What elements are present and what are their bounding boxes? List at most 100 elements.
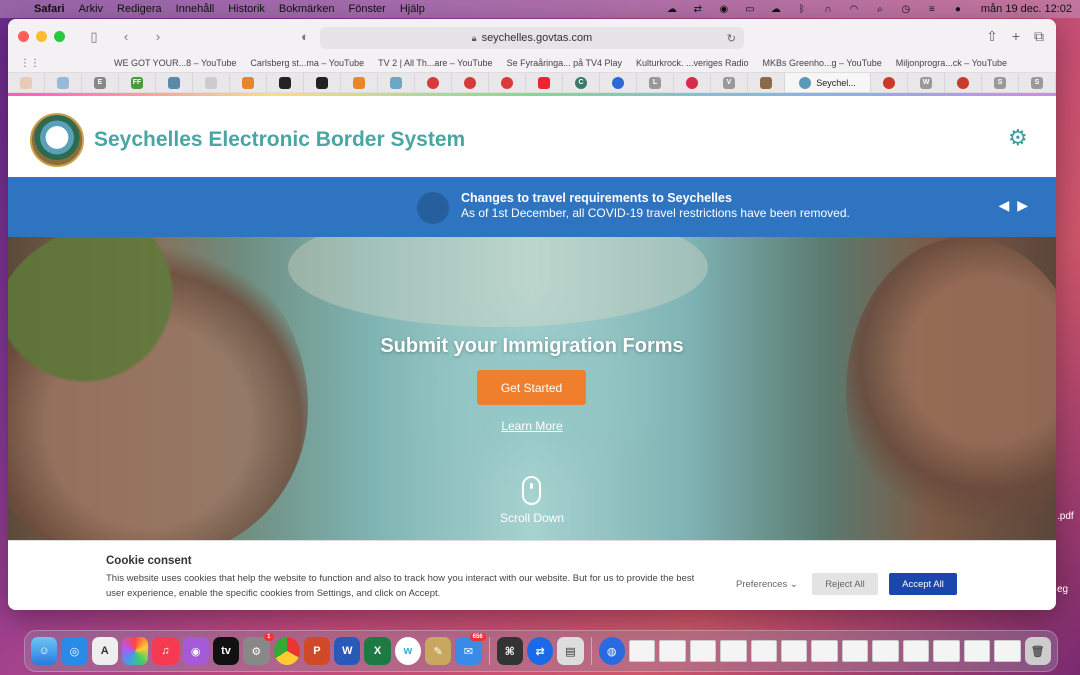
tab[interactable]: C xyxy=(563,73,600,92)
tab[interactable]: FF xyxy=(119,73,156,92)
keychain-icon[interactable]: ⌘ xyxy=(496,637,523,665)
safari-icon[interactable]: ◎ xyxy=(61,637,88,665)
favorites-grid-icon[interactable]: ⋮⋮ xyxy=(20,58,40,69)
tab[interactable]: S xyxy=(982,73,1019,92)
favorite-link[interactable]: Se Fyraåringa... på TV4 Play xyxy=(507,58,622,68)
menubar-clock[interactable]: mån 19 dec. 12:02 xyxy=(981,3,1072,15)
menu-arkiv[interactable]: Arkiv xyxy=(79,3,103,15)
icloud-download-icon[interactable]: ☁ xyxy=(769,4,783,15)
tab[interactable] xyxy=(378,73,415,92)
tab[interactable]: V xyxy=(711,73,748,92)
trash-icon[interactable]: 🗑︎ xyxy=(1024,637,1051,665)
desktop-file-label[interactable]: eg xyxy=(1057,584,1068,595)
desktop-file-label[interactable]: .pdf xyxy=(1057,511,1074,522)
back-icon[interactable]: ‹ xyxy=(115,28,137,46)
globe-icon[interactable]: ◍ xyxy=(598,637,625,665)
tab-active[interactable]: Seychel... xyxy=(785,73,871,92)
wifi-icon[interactable]: ◠ xyxy=(847,4,861,15)
tab[interactable] xyxy=(489,73,526,92)
close-window-button[interactable] xyxy=(18,31,29,42)
tab[interactable]: L xyxy=(637,73,674,92)
dock-window-thumbnail[interactable] xyxy=(933,640,960,662)
finder-icon[interactable]: ☺ xyxy=(31,637,58,665)
bluetooth-icon[interactable]: ᛒ xyxy=(795,4,809,15)
favorite-link[interactable]: Carlsberg st...ma – YouTube xyxy=(250,58,364,68)
menu-hjalp[interactable]: Hjälp xyxy=(400,3,425,15)
dock-window-thumbnail[interactable] xyxy=(720,640,747,662)
reject-all-button[interactable]: Reject All xyxy=(812,573,878,595)
menu-historik[interactable]: Historik xyxy=(228,3,265,15)
zoom-window-button[interactable] xyxy=(54,31,65,42)
system-preferences-icon[interactable]: ⚙ 1 xyxy=(243,633,274,665)
app-store-icon[interactable]: A xyxy=(91,637,118,665)
teamviewer-dock-icon[interactable]: ⇄ xyxy=(526,637,554,665)
preview-icon[interactable]: ▤ xyxy=(557,637,584,665)
battery-icon[interactable]: ▭ xyxy=(743,4,757,15)
tab[interactable] xyxy=(230,73,267,92)
podcasts-icon[interactable]: ◉ xyxy=(182,637,209,665)
tab[interactable] xyxy=(674,73,711,92)
headphones-icon[interactable]: ∩ xyxy=(821,4,835,15)
favorite-link[interactable]: Miljonprogra...ck – YouTube xyxy=(896,58,1007,68)
tab[interactable] xyxy=(871,73,908,92)
music-icon[interactable]: ♫ xyxy=(152,637,179,665)
search-icon[interactable]: ⌕ xyxy=(873,4,887,15)
powerpoint-icon[interactable]: P xyxy=(303,637,331,665)
tab-overview-icon[interactable]: ⧉ xyxy=(1034,28,1044,45)
dock-window-thumbnail[interactable] xyxy=(963,640,991,662)
favorite-link[interactable]: WE GOT YOUR...8 – YouTube xyxy=(114,58,236,68)
get-started-button[interactable]: Get Started xyxy=(477,370,586,405)
word-icon[interactable]: W xyxy=(334,637,361,665)
tab[interactable] xyxy=(45,73,82,92)
caret-right-icon[interactable]: ▶ xyxy=(1017,197,1028,214)
tab[interactable] xyxy=(415,73,452,92)
user-icon[interactable]: ◉ xyxy=(717,4,731,15)
sidebar-toggle-icon[interactable]: ▯ xyxy=(83,28,105,46)
tab[interactable] xyxy=(600,73,637,92)
site-title[interactable]: Seychelles Electronic Border System xyxy=(94,128,465,152)
dock-window-thumbnail[interactable] xyxy=(689,640,717,662)
privacy-shield-icon[interactable]: ◐ xyxy=(294,28,316,46)
photos-icon[interactable] xyxy=(121,637,149,665)
favorite-link[interactable]: TV 2 | All Th...are – YouTube xyxy=(378,58,492,68)
cookie-preferences-dropdown[interactable]: Preferences ⌄ xyxy=(736,579,798,590)
address-bar[interactable]: 🔒︎ seychelles.govtas.com ↻ xyxy=(320,27,744,49)
tab[interactable] xyxy=(267,73,304,92)
tab[interactable] xyxy=(748,73,785,92)
mouse-scroll-icon[interactable] xyxy=(522,476,541,505)
pencil-icon[interactable]: ✎ xyxy=(425,637,452,665)
tab[interactable] xyxy=(156,73,193,92)
share-icon[interactable]: ⇧ xyxy=(986,28,998,45)
dock-window-thumbnail[interactable] xyxy=(811,640,838,662)
apple-tv-icon[interactable]: tv xyxy=(212,637,240,665)
caret-left-icon[interactable]: ◀ xyxy=(998,197,1009,214)
menu-fonster[interactable]: Fönster xyxy=(349,3,386,15)
tab[interactable] xyxy=(8,73,45,92)
menu-app-name[interactable]: Safari xyxy=(34,3,65,15)
menu-innehall[interactable]: Innehåll xyxy=(176,3,215,15)
scroll-down-label[interactable]: Scroll Down xyxy=(8,511,1056,525)
mail-icon[interactable]: ✉ 656 xyxy=(455,633,486,665)
forward-icon[interactable]: › xyxy=(147,28,169,46)
dock-window-thumbnail[interactable] xyxy=(628,640,656,662)
gear-icon[interactable]: ⚙ xyxy=(1008,127,1030,149)
favorite-link[interactable]: Kulturkrock. ...veriges Radio xyxy=(636,58,749,68)
tab[interactable] xyxy=(341,73,378,92)
tab[interactable]: S xyxy=(1019,73,1056,92)
control-center-icon[interactable]: ≡ xyxy=(925,4,939,15)
dock-window-thumbnail[interactable] xyxy=(994,640,1021,662)
reload-icon[interactable]: ↻ xyxy=(727,32,736,45)
seychelles-emblem-logo[interactable] xyxy=(30,113,84,167)
cloud-status-icon[interactable]: ☁ xyxy=(665,4,679,15)
dock-window-thumbnail[interactable] xyxy=(659,640,686,662)
chrome-icon[interactable] xyxy=(273,637,300,665)
new-tab-icon[interactable]: + xyxy=(1012,28,1020,45)
excel-icon[interactable]: X xyxy=(364,637,391,665)
menu-redigera[interactable]: Redigera xyxy=(117,3,162,15)
tab[interactable] xyxy=(526,73,563,92)
tab[interactable]: E xyxy=(82,73,119,92)
dock-window-thumbnail[interactable] xyxy=(750,640,777,662)
dock-window-thumbnail[interactable] xyxy=(841,640,869,662)
teamviewer-icon[interactable]: ⇄ xyxy=(691,4,705,15)
siri-icon[interactable]: ● xyxy=(951,4,965,15)
